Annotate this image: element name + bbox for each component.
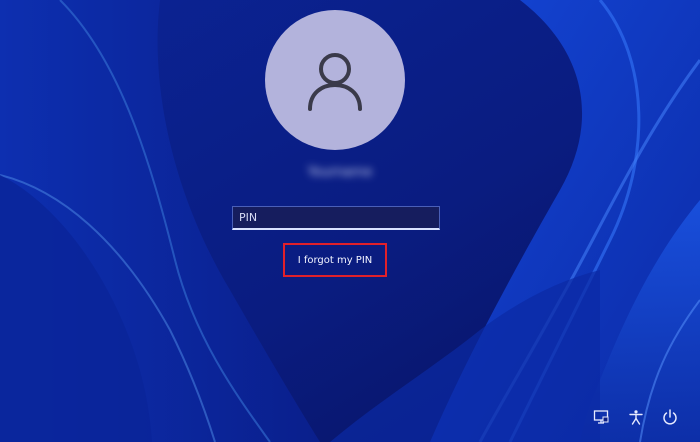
network-icon	[593, 410, 609, 424]
user-avatar	[265, 10, 405, 150]
forgot-pin-link[interactable]: I forgot my PIN	[283, 243, 387, 277]
accessibility-button[interactable]	[625, 406, 647, 428]
power-icon	[663, 409, 677, 425]
network-button[interactable]	[590, 406, 612, 428]
accessibility-icon	[629, 410, 643, 425]
power-button[interactable]	[659, 406, 681, 428]
person-icon	[308, 53, 362, 111]
pin-input[interactable]	[232, 206, 440, 230]
forgot-pin-label: I forgot my PIN	[297, 254, 373, 266]
lock-screen: Yourname I forgot my PIN	[0, 0, 700, 442]
username-label: Yourname	[307, 165, 373, 180]
